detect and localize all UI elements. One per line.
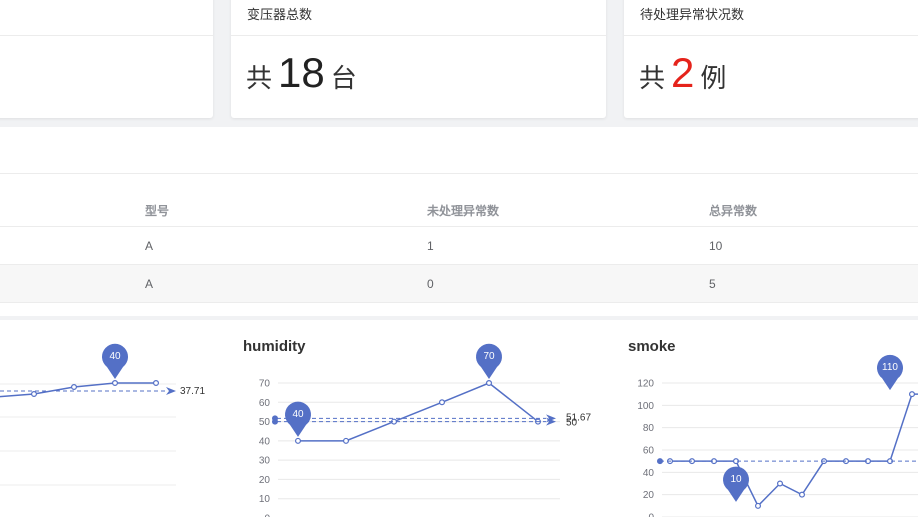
- data-point: [776, 480, 783, 487]
- marker-pin-label: 110: [882, 362, 898, 373]
- humidity-series-line: [298, 382, 539, 442]
- anomaly-count: 共 2 例: [639, 52, 918, 95]
- y-tick-label: 60: [259, 398, 271, 409]
- y-tick-label: 10: [259, 494, 271, 505]
- y-tick-label: 30: [259, 456, 271, 467]
- marker-pin-label: 10: [730, 474, 742, 485]
- y-tick-label: 120: [637, 379, 654, 390]
- charts-panel: humidity smoke 37.714070605040302010051.…: [0, 320, 918, 517]
- card-body: [0, 36, 213, 112]
- count-suffix: 台: [330, 63, 357, 93]
- y-tick-label: 100: [637, 401, 654, 412]
- data-point: [798, 491, 805, 498]
- y-tick-label: 0: [264, 514, 270, 517]
- y-tick-label: 20: [259, 475, 271, 486]
- data-point: [31, 390, 38, 397]
- count-prefix: 共: [639, 63, 666, 93]
- table-row[interactable]: A 0 5: [0, 265, 918, 303]
- count-suffix: 例: [700, 63, 727, 93]
- cell-model: A: [145, 277, 154, 291]
- max-marker: 40: [101, 343, 128, 379]
- humidity-min-marker: 40: [285, 401, 311, 437]
- card-title: 变压器总数: [231, 0, 606, 36]
- card-header: [0, 0, 213, 36]
- table-header: 型号 未处理异常数 总异常数: [0, 175, 918, 227]
- average-line-start: [657, 458, 663, 465]
- data-point: [111, 379, 118, 386]
- cell-unprocessed: 1: [427, 239, 434, 253]
- y-tick-label: 40: [643, 468, 655, 479]
- y-tick-label: 70: [259, 379, 271, 390]
- card-title: 待处理异常状况数: [624, 0, 918, 36]
- y-tick-label: 80: [643, 423, 655, 434]
- data-point: [153, 379, 160, 386]
- transformer-count: 共 18 台: [246, 52, 606, 95]
- column-header-model: 型号: [145, 204, 170, 218]
- data-point: [343, 437, 350, 444]
- data-point: [754, 502, 761, 509]
- transformer-table-panel: 型号 未处理异常数 总异常数 A 1 10 A 0 5: [0, 127, 918, 316]
- count-value: 18: [278, 49, 325, 96]
- cell-model: A: [145, 239, 154, 253]
- smoke-min-marker: 10: [723, 466, 750, 502]
- summary-card-partial: [0, 0, 213, 118]
- humidity-reference-label: 50: [566, 418, 578, 429]
- data-point: [486, 379, 493, 386]
- transformer-total-card: 变压器总数 共 18 台: [231, 0, 606, 118]
- average-line-arrow: [166, 387, 176, 395]
- smoke-max-marker: 110: [877, 354, 903, 391]
- data-point: [439, 399, 446, 406]
- y-tick-label: 0: [648, 513, 654, 517]
- y-tick-label: 40: [259, 436, 271, 447]
- cell-total: 10: [709, 239, 723, 253]
- data-point: [908, 391, 915, 398]
- reference-line-start: [272, 418, 278, 425]
- column-header-unprocessed: 未处理异常数: [427, 204, 500, 218]
- cell-total: 5: [709, 277, 716, 291]
- data-point: [295, 437, 302, 444]
- series-line: [0, 382, 156, 398]
- average-label: 37.71: [180, 386, 205, 397]
- data-point: [70, 383, 77, 390]
- pending-anomaly-card: 待处理异常状况数 共 2 例: [624, 0, 918, 118]
- y-tick-label: 50: [259, 417, 271, 428]
- column-header-total: 总异常数: [709, 204, 758, 218]
- y-tick-label: 20: [643, 490, 655, 501]
- table-row[interactable]: A 1 10: [0, 227, 918, 265]
- count-value: 2: [671, 49, 695, 96]
- count-prefix: 共: [246, 63, 273, 93]
- marker-pin-label: 70: [483, 351, 495, 362]
- y-tick-label: 60: [643, 446, 655, 457]
- panel-header: [0, 127, 918, 174]
- marker-pin-label: 40: [292, 409, 304, 420]
- humidity-max-marker: 70: [476, 343, 503, 379]
- marker-pin-label: 40: [109, 351, 121, 362]
- charts-svg: 37.714070605040302010051.675070401201008…: [0, 343, 918, 517]
- cell-unprocessed: 0: [427, 277, 434, 291]
